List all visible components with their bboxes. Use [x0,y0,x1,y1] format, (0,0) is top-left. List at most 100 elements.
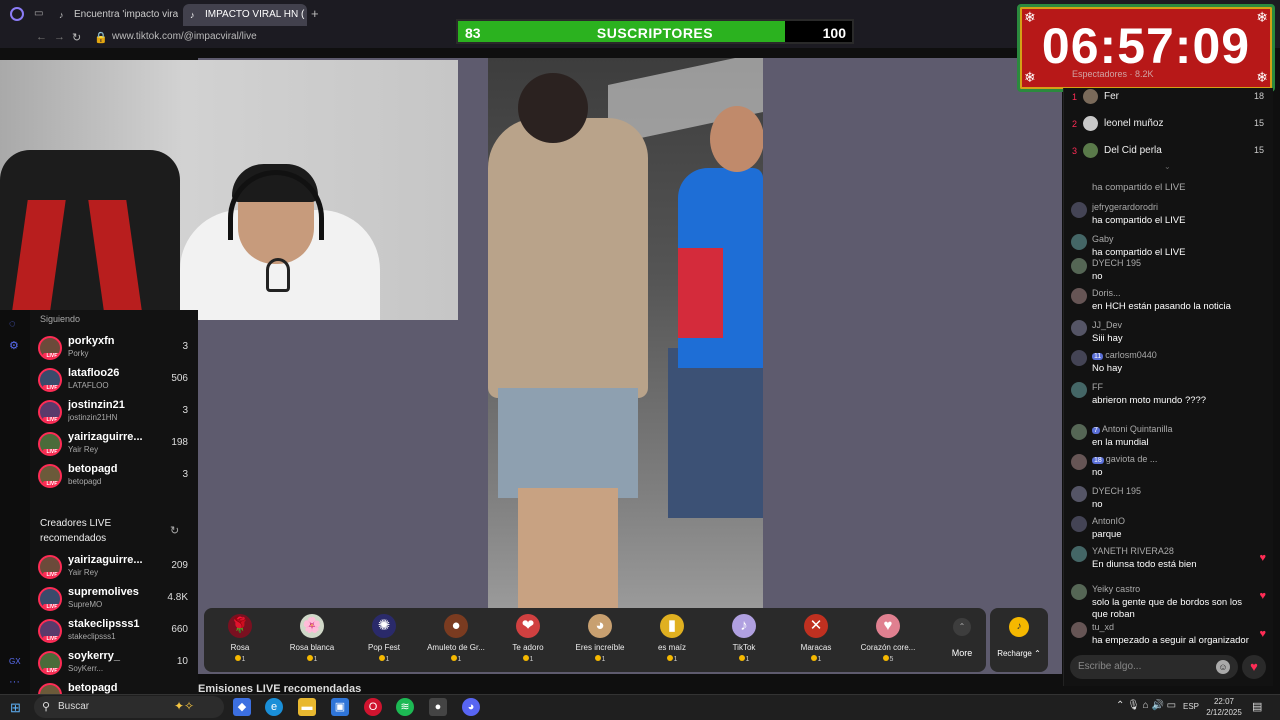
like-button[interactable]: ♥ [1242,655,1266,679]
gift-item[interactable]: ▮ es maíz 1 [636,608,708,672]
spotify-icon[interactable]: ≋ [396,698,414,716]
clock-date: 2/12/2025 [1206,708,1242,717]
gift-item[interactable]: 🌹 Rosa 1 [204,608,276,672]
sidebar-creator[interactable]: LIVE soykerry_ SoyKerr... 10 [38,649,188,679]
sidebar-creator[interactable]: LIVE supremolives SupreMO 4.8K [38,585,188,615]
chat-text: en HCH están pasando la noticia [1092,301,1231,312]
viewer-count: 198 [171,437,188,448]
avatar [1071,584,1087,600]
ranking-row[interactable]: 2 leonel muñoz 15 [1072,115,1268,137]
avatar: LIVE [38,336,62,360]
refresh-icon[interactable]: ↻ [170,524,179,537]
lock-icon: 🔒 [94,32,108,44]
live-video[interactable] [488,58,763,608]
gift-name: Rosa blanca [289,643,335,652]
gift-price: 1 [708,655,780,663]
gift-price-value: 1 [745,656,750,663]
folder-icon[interactable]: ▬ [298,698,316,716]
sidebar-creator[interactable]: LIVE latafloo26 LATAFLOO 506 [38,366,188,396]
copilot-icon[interactable]: ◆ [233,698,251,716]
gift-price-value: 1 [817,656,822,663]
gift-item[interactable]: ♥ Corazón core... 5 [852,608,924,672]
emoji-icon[interactable]: ☺ [1216,660,1230,674]
coin-icon [522,655,529,661]
sidebar-creator[interactable]: LIVE stakeclipsss1 stakeclipsss1 660 [38,617,188,647]
coin-icon: ♪ [1009,617,1029,637]
app-icon[interactable]: ● [429,698,447,716]
chat-message: Doris... en HCH están pasando la noticia [1070,288,1268,316]
discord-icon[interactable]: ◕ [462,698,480,716]
gift-item[interactable]: ❤ Te adoro 1 [492,608,564,672]
sidebar-creator[interactable]: LIVE yairizaguirre... Yair Rey 198 [38,430,188,460]
taskbar-clock[interactable]: 22:07 2/12/2025 [1200,696,1248,718]
video-person-right-head [710,106,763,172]
message-icon[interactable]: ◌ [9,318,21,330]
url-text[interactable]: www.tiktok.com/@impacviral/live [112,31,257,42]
gx-icon[interactable]: GX [9,656,21,668]
subscriber-goal: 100 [822,25,846,41]
viewer-count: 3 [182,341,188,352]
windows-start-icon[interactable]: ⊞ [10,700,21,716]
chevron-down-icon[interactable]: ⌄ [1164,162,1171,171]
creator-name: soykerry_ [68,650,120,662]
tiktok-icon: ♪ [59,10,64,20]
sidebar-creator[interactable]: LIVE yairizaguirre... Yair Rey 209 [38,553,188,583]
rank-number: 3 [1072,146,1078,156]
heart-icon: ♥ [1259,628,1266,640]
system-tray-icons[interactable]: ⌃ 🎙 ⌂ 🔊 ▭ [1116,700,1176,711]
gift-item[interactable]: ◕ Eres increíble 1 [564,608,636,672]
sidebar-creator[interactable]: LIVE jostinzin21 jostinzin21HN 3 [38,398,188,428]
viewer-count: 4.8K [167,592,188,603]
more-icon[interactable]: ··· [9,676,21,688]
live-badge: LIVE [43,353,60,358]
avatar [1071,516,1087,532]
opera-icon[interactable]: O [364,698,382,716]
coin-icon [666,655,673,661]
chat-message: YANETH RIVERA28 En diunsa todo está bien ♥ [1070,546,1268,574]
tab-live[interactable]: ♪ IMPACTO VIRAL HN ( [183,4,307,26]
store-icon[interactable]: ▣ [331,698,349,716]
avatar [1071,234,1087,250]
sidebar-creator[interactable]: LIVE porkyxfn Porky 3 [38,334,188,364]
gift-item[interactable]: ● Amuleto de Gr... 1 [420,608,492,672]
tab-list-icon[interactable]: ▭ [34,8,43,19]
ranking-row[interactable]: 3 Del Cid perla 15 [1072,142,1268,164]
edge-icon[interactable]: e [265,698,283,716]
gift-item[interactable]: 🌸 Rosa blanca 1 [276,608,348,672]
ranking-name: leonel muñoz [1104,118,1164,129]
more-gifts-button[interactable]: ⌃ More [942,608,982,672]
recharge-label: Recharge ⌃ [997,649,1041,658]
ranking-row[interactable]: 1 Fer 18 [1072,88,1268,110]
chat-message: Yeiky castro solo la gente que de bordos … [1070,584,1268,620]
gift-icon: ♪ [732,614,756,638]
sidebar-creator[interactable]: LIVE betopagd betopagd 3 [38,462,188,492]
new-tab-button[interactable]: + [311,6,319,21]
language-indicator[interactable]: ESP [1183,702,1199,711]
chat-input[interactable]: Escribe algo... ☺ [1070,655,1238,679]
gift-item[interactable]: ✕ Maracas 1 [780,608,852,672]
avatar: LIVE [38,432,62,456]
tab-label: Encuentra 'impacto viral' [74,9,178,20]
back-icon[interactable]: ← [36,31,47,43]
settings-icon[interactable]: ⚙ [9,340,21,352]
gift-item[interactable]: ♪ TikTok 1 [708,608,780,672]
avatar: LIVE [38,587,62,611]
recharge-button[interactable]: ♪ Recharge ⌃ [990,608,1048,672]
gift-icon: ✕ [804,614,828,638]
gift-price: 1 [420,655,492,663]
forward-icon[interactable]: → [54,31,65,43]
chat-username: FF [1092,382,1103,392]
notification-icon[interactable]: ▤ [1252,700,1262,713]
reload-icon[interactable]: ↻ [72,31,81,44]
gift-item[interactable]: ✺ Pop Fest 1 [348,608,420,672]
creator-name: jostinzin21 [68,399,125,411]
rank-number: 1 [1072,92,1078,102]
gift-name: es maíz [657,643,686,652]
tab-search[interactable]: ♪ Encuentra 'impacto viral' [52,4,178,26]
live-badge: LIVE [43,668,60,673]
level-badge: 11 [1092,353,1104,360]
chat-username-text: jefrygerardorodri [1092,202,1159,212]
gift-icon: ♥ [876,614,900,638]
taskbar-search[interactable]: ⚲ Buscar ✦✧ [34,696,224,718]
sidebar: Siguiendo LIVE porkyxfn Porky 3 LIVE latafloo… [30,310,198,707]
